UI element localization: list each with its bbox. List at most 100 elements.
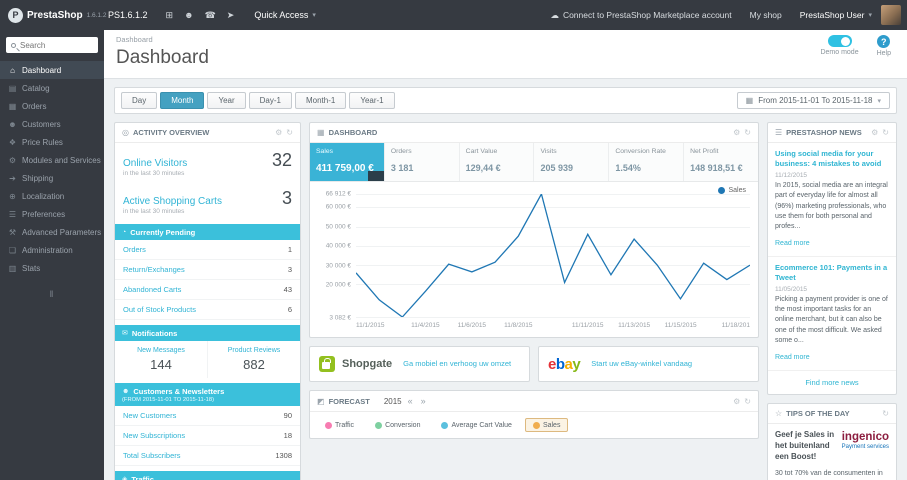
y-axis-tick: 3 082 € xyxy=(329,314,351,322)
calendar-icon: ▦ xyxy=(745,96,754,105)
pending-returns-link[interactable]: Return/Exchanges xyxy=(123,265,185,274)
new-messages-label: New Messages xyxy=(137,347,185,354)
new-customers-link[interactable]: New Customers xyxy=(123,411,176,420)
support-icon[interactable]: ☎ xyxy=(205,10,216,21)
forecast-legend-traffic[interactable]: Traffic xyxy=(317,418,362,432)
main-content: Dashboard Dashboard Demo mode ? Help Day… xyxy=(104,30,907,480)
section-subtitle: (FROM 2015-11-01 TO 2015-11-18) xyxy=(122,396,215,403)
online-visitors-link[interactable]: Online Visitors xyxy=(123,158,187,169)
sales-chart: Sales 66 912 € 60 000 € 50 000 € 40 000 € 30… xyxy=(310,182,758,337)
total-subscribers-row: Total Subscribers 1308 xyxy=(115,446,300,466)
sidebar-item-administration[interactable]: ❏ Administration xyxy=(0,241,104,259)
kpi-net-profit-tab[interactable]: Net Profit 148 918,51 € xyxy=(684,143,758,181)
filter-month-1-button[interactable]: Month-1 xyxy=(294,92,347,109)
topbar-icons: ⊞ ☻ ☎ ➤ xyxy=(156,10,245,21)
gear-icon[interactable]: ⚙ xyxy=(871,128,878,137)
quick-access-menu[interactable]: Quick Access ▾ xyxy=(244,10,326,20)
active-carts-link[interactable]: Active Shopping Carts xyxy=(123,196,222,207)
gear-icon[interactable]: ⚙ xyxy=(275,128,282,137)
refresh-icon[interactable]: ↻ xyxy=(882,409,889,418)
date-range-picker[interactable]: ▦ From 2015-11-01 To 2015-11-18 ▾ xyxy=(736,92,890,109)
user-menu[interactable]: PrestaShop User ▾ xyxy=(791,10,881,20)
refresh-icon[interactable]: ↻ xyxy=(744,397,751,406)
sidebar-item-shipping[interactable]: ➔ Shipping xyxy=(0,169,104,187)
kpi-conversion-rate-tab[interactable]: Conversion Rate 1.54% xyxy=(609,143,685,181)
forecast-legend-average-cart-value[interactable]: Average Cart Value xyxy=(433,418,519,432)
new-subscriptions-link[interactable]: New Subscriptions xyxy=(123,431,185,440)
ebay-letter: y xyxy=(572,355,581,373)
sidebar-item-localization[interactable]: ⊕ Localization xyxy=(0,187,104,205)
help-icon[interactable]: ? xyxy=(877,35,891,48)
find-more-news-link[interactable]: Find more news xyxy=(768,371,896,394)
ebay-link[interactable]: Start uw eBay-winkel vandaag xyxy=(591,359,692,369)
filter-day-1-button[interactable]: Day-1 xyxy=(248,92,292,109)
kpi-value: 1.54% xyxy=(615,163,641,173)
sidebar-item-price-rules[interactable]: ❖ Price Rules xyxy=(0,133,104,151)
read-more-link[interactable]: Read more xyxy=(775,354,810,361)
filter-year-button[interactable]: Year xyxy=(207,92,246,109)
user-avatar[interactable] xyxy=(881,5,901,25)
sidebar-item-preferences[interactable]: ☰ Preferences xyxy=(0,205,104,223)
sidebar-item-orders[interactable]: ▦ Orders xyxy=(0,97,104,115)
sidebar-item-dashboard[interactable]: ⌂ Dashboard xyxy=(0,61,104,79)
sidebar-item-catalog[interactable]: ▤ Catalog xyxy=(0,79,104,97)
prestashop-news-panel: ☰ PRESTASHOP NEWS ⚙ ↻ Using social media… xyxy=(767,122,897,395)
filter-day-button[interactable]: Day xyxy=(121,92,158,109)
previous-year-button[interactable]: « xyxy=(406,396,415,406)
sidebar-item-advanced-parameters[interactable]: ⚒ Advanced Parameters xyxy=(0,223,104,241)
sidebar-item-stats[interactable]: ▥ Stats xyxy=(0,259,104,277)
online-visitors-row: Online Visitors 32 xyxy=(115,143,300,169)
ingenico-logo: ingenico Payment services xyxy=(842,430,889,450)
news-item-title-link[interactable]: Ecommerce 101: Payments in a Tweet xyxy=(775,263,889,283)
shopgate-module: Shopgate Ga mobiel en verhoog uw omzet xyxy=(309,346,530,382)
chart-legend-sales[interactable]: Sales xyxy=(718,187,746,194)
sidebar-item-label: Price Rules xyxy=(22,137,63,147)
marketplace-link[interactable]: ☁ Connect to PrestaShop Marketplace acco… xyxy=(541,10,740,21)
gear-icon[interactable]: ⚙ xyxy=(733,128,740,137)
prestashop-logo[interactable]: P PrestaShop 1.6.1.2 xyxy=(0,7,106,23)
sidebar-collapse-button[interactable]: ‖ xyxy=(0,289,104,299)
shopgate-link[interactable]: Ga mobiel en verhoog uw omzet xyxy=(403,359,511,369)
pending-orders-link[interactable]: Orders xyxy=(123,245,146,254)
new-messages-cell[interactable]: New Messages 144 xyxy=(115,341,208,378)
kpi-cart-value-tab[interactable]: Cart Value 129,44 € xyxy=(459,143,535,181)
refresh-icon[interactable]: ↻ xyxy=(744,128,751,137)
out-of-stock-link[interactable]: Out of Stock Products xyxy=(123,305,196,314)
total-subscribers-link[interactable]: Total Subscribers xyxy=(123,451,181,460)
tips-panel-header: ☆ TIPS OF THE DAY ↻ xyxy=(768,404,896,424)
panel-title: PRESTASHOP NEWS xyxy=(786,128,862,137)
kpi-orders-tab[interactable]: Orders 3 181 xyxy=(384,143,460,181)
news-item-title-link[interactable]: Using social media for your business: 4 … xyxy=(775,149,889,169)
filter-year-1-button[interactable]: Year-1 xyxy=(349,92,395,109)
employees-icon[interactable]: ☻ xyxy=(184,10,193,21)
search-input[interactable] xyxy=(20,40,93,50)
forecast-legend-conversion[interactable]: Conversion xyxy=(367,418,428,432)
onboarding-rocket-icon[interactable]: ➤ xyxy=(227,10,235,21)
kpi-visits-tab[interactable]: Visits 205 939 xyxy=(534,143,610,181)
news-panel-header: ☰ PRESTASHOP NEWS ⚙ ↻ xyxy=(768,123,896,143)
demo-mode-toggle[interactable] xyxy=(827,35,852,47)
next-year-button[interactable]: » xyxy=(419,396,428,406)
user-name-label: PrestaShop User xyxy=(799,10,865,20)
product-reviews-cell[interactable]: Product Reviews 882 xyxy=(208,341,300,378)
my-shop-link[interactable]: My shop xyxy=(741,10,791,20)
sidebar-search[interactable] xyxy=(6,37,98,53)
filter-month-button[interactable]: Month xyxy=(160,92,205,109)
abandoned-carts-link[interactable]: Abandoned Carts xyxy=(123,285,181,294)
cart-icon[interactable]: ⊞ xyxy=(166,10,174,21)
sidebar-item-customers[interactable]: ☻ Customers xyxy=(0,115,104,133)
refresh-icon[interactable]: ↻ xyxy=(882,128,889,137)
mail-icon: ✉ xyxy=(122,330,128,337)
read-more-link[interactable]: Read more xyxy=(775,240,810,247)
row-value: 6 xyxy=(287,305,292,314)
forecast-legend-sales[interactable]: Sales xyxy=(524,418,569,432)
gear-icon[interactable]: ⚙ xyxy=(733,397,740,406)
kpi-label: Conversion Rate xyxy=(615,148,666,155)
kpi-sales-tab[interactable]: Sales 411 759,00 € xyxy=(310,143,385,181)
row-value: 3 xyxy=(287,265,292,274)
sidebar-item-modules[interactable]: ⚙ Modules and Services xyxy=(0,151,104,169)
shop-name-link[interactable]: PS1.6.1.2 xyxy=(100,10,156,20)
center-column: ▦ DASHBOARD ⚙ ↻ Sales 411 759,00 € Order… xyxy=(309,122,759,447)
refresh-icon[interactable]: ↻ xyxy=(286,128,293,137)
legend-label: Average Cart Value xyxy=(451,421,512,429)
